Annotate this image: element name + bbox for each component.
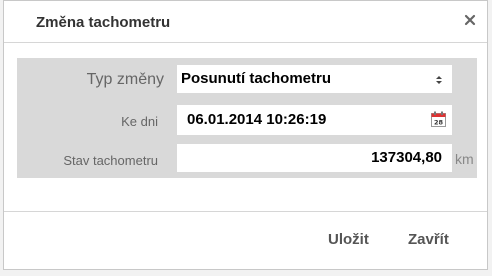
form-panel: Typ změny Posunutí tachometru Ke dni 06.… — [17, 58, 477, 178]
calendar-icon[interactable]: 28 — [431, 111, 446, 127]
save-button[interactable]: Uložit — [328, 231, 369, 248]
svg-text:28: 28 — [434, 119, 444, 127]
date-value: 06.01.2014 10:26:19 — [187, 111, 327, 128]
close-button[interactable]: Zavřít — [408, 231, 449, 248]
odometer-input[interactable]: 137304,80 — [177, 144, 452, 172]
select-arrows-icon — [436, 73, 442, 85]
dialog-titlebar: Změna tachometru — [4, 1, 487, 43]
dialog-title: Změna tachometru — [36, 14, 171, 31]
change-type-value: Posunutí tachometru — [181, 70, 332, 87]
footer-divider — [4, 211, 487, 212]
change-type-label: Typ změny — [86, 71, 164, 88]
date-label: Ke dni — [121, 114, 158, 129]
close-icon[interactable] — [463, 13, 477, 27]
odometer-unit: km — [455, 151, 474, 167]
date-input[interactable]: 06.01.2014 10:26:19 28 — [177, 105, 452, 135]
odometer-value: 137304,80 — [371, 149, 442, 166]
change-type-select[interactable]: Posunutí tachometru — [177, 65, 452, 93]
change-odometer-dialog: Změna tachometru Typ změny Posunutí tach… — [3, 0, 488, 270]
odometer-label: Stav tachometru — [63, 153, 158, 168]
